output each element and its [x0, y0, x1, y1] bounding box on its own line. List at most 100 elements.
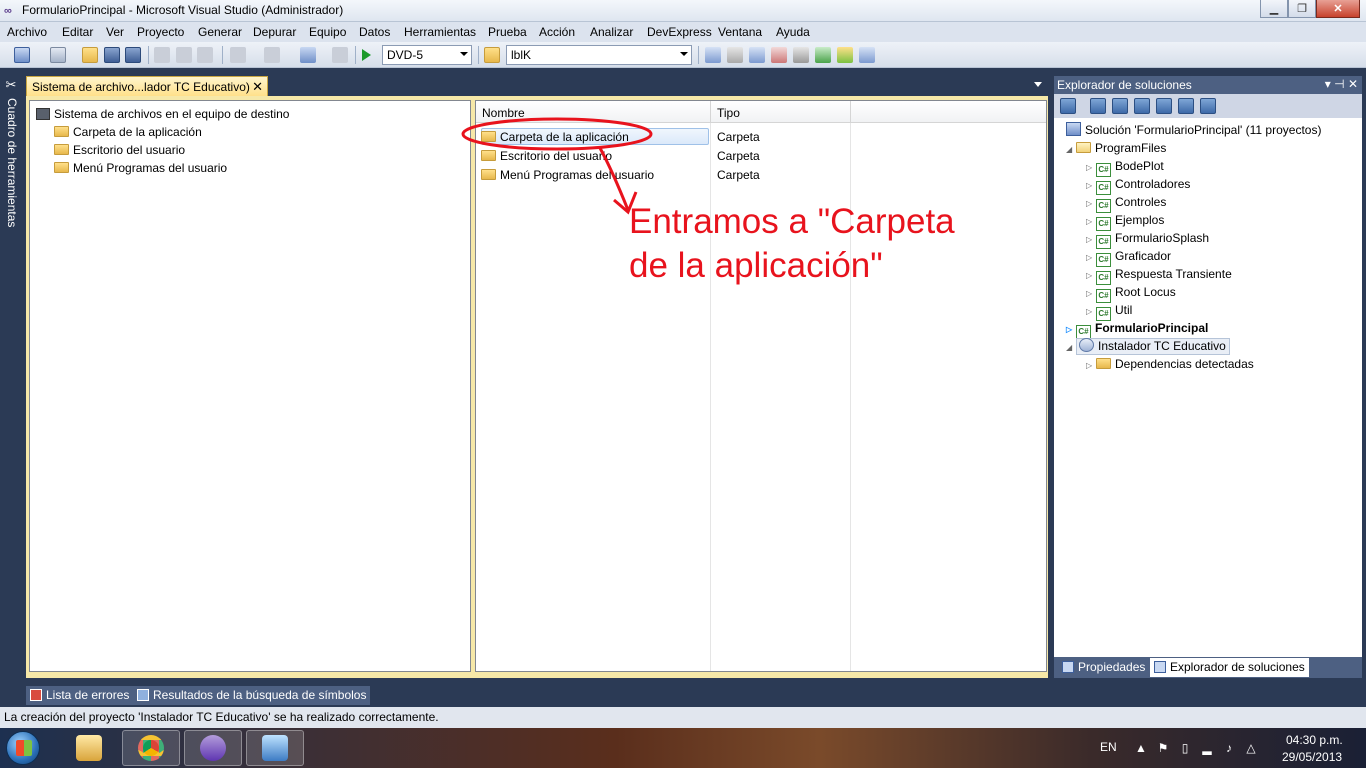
project-node[interactable]: ▷ C# Util: [1086, 302, 1132, 321]
collapsed-arrow-icon[interactable]: ▷: [1086, 232, 1096, 248]
project-node[interactable]: ▷ C# BodePlot: [1086, 158, 1164, 177]
menu-devexpress[interactable]: DevExpress: [647, 25, 712, 39]
tree-node-detected-dependencies[interactable]: ▷ Dependencias detectadas: [1086, 356, 1254, 374]
paste-icon[interactable]: [197, 47, 213, 63]
start-button[interactable]: [6, 731, 40, 765]
toolbox-strip[interactable]: ✂ Cuadro de herramientas: [0, 74, 22, 684]
navigate-backward-icon[interactable]: [300, 47, 316, 63]
navigate-forward-icon[interactable]: [332, 47, 348, 63]
collapsed-arrow-icon[interactable]: ▷: [1086, 214, 1096, 230]
tab-propiedades[interactable]: Propiedades: [1058, 658, 1149, 677]
menu-ventana[interactable]: Ventana: [718, 25, 762, 39]
project-node[interactable]: ▷ C# FormularioSplash: [1086, 230, 1209, 249]
save-all-icon[interactable]: [125, 47, 141, 63]
tree-node-programfiles[interactable]: ◢ ProgramFiles: [1066, 140, 1166, 158]
collapsed-arrow-icon[interactable]: ▷: [1086, 178, 1096, 194]
solution-explorer-icon[interactable]: [705, 47, 721, 63]
volume-icon[interactable]: ♪: [1222, 741, 1236, 755]
menu-prueba[interactable]: Prueba: [488, 25, 527, 39]
toolbox-icon[interactable]: [771, 47, 787, 63]
registry-editor-icon[interactable]: [1112, 98, 1128, 114]
menu-proyecto[interactable]: Proyecto: [137, 25, 184, 39]
project-node[interactable]: ▷ C# Controles: [1086, 194, 1166, 213]
menu-ver[interactable]: Ver: [106, 25, 124, 39]
menu-equipo[interactable]: Equipo: [309, 25, 346, 39]
project-node[interactable]: ▷ C# Respuesta Transiente: [1086, 266, 1232, 285]
collapsed-arrow-icon[interactable]: ▷: [1086, 250, 1096, 266]
custom-actions-editor-icon[interactable]: [1178, 98, 1194, 114]
collapsed-arrow-icon[interactable]: ▷: [1086, 160, 1096, 176]
startup-project-node[interactable]: ▷ C# FormularioPrincipal: [1066, 320, 1208, 339]
expanded-arrow-icon[interactable]: ◢: [1066, 340, 1076, 356]
add-item-icon[interactable]: [50, 47, 66, 63]
show-hidden-icons-icon[interactable]: ▲: [1134, 741, 1148, 755]
minimize-button[interactable]: ▁: [1260, 0, 1288, 18]
menu-editar[interactable]: Editar: [62, 25, 93, 39]
battery-icon[interactable]: ▯: [1178, 741, 1192, 755]
network-signal-icon[interactable]: ▂: [1200, 741, 1214, 755]
expanded-arrow-icon[interactable]: ◢: [1066, 142, 1076, 158]
file-system-editor-icon[interactable]: [1090, 98, 1106, 114]
taskbar-explorer[interactable]: [60, 730, 118, 766]
close-window-button[interactable]: ✕: [1316, 0, 1360, 18]
open-folder-icon[interactable]: [82, 47, 98, 63]
launch-conditions-editor-icon[interactable]: [1200, 98, 1216, 114]
google-drive-icon[interactable]: △: [1244, 741, 1258, 755]
action-center-icon[interactable]: ⚑: [1156, 741, 1170, 755]
save-icon[interactable]: [104, 47, 120, 63]
project-node[interactable]: ▷ C# Controladores: [1086, 176, 1190, 195]
document-tab[interactable]: Sistema de archivo...lador TC Educativo)…: [26, 76, 268, 96]
user-interface-editor-icon[interactable]: [1156, 98, 1172, 114]
collapsed-arrow-icon[interactable]: ▷: [1086, 358, 1096, 374]
taskbar-chrome[interactable]: [122, 730, 180, 766]
project-node[interactable]: ▷ C# Root Locus: [1086, 284, 1176, 303]
clock-time[interactable]: 04:30 p.m.: [1286, 733, 1343, 747]
panel-pin-controls[interactable]: ▾ ⊣ ✕: [1325, 77, 1358, 91]
copy-icon[interactable]: [176, 47, 192, 63]
taskbar-image-viewer[interactable]: [246, 730, 304, 766]
tools-icon[interactable]: [793, 47, 809, 63]
properties-icon[interactable]: [1060, 98, 1076, 114]
language-indicator[interactable]: EN: [1100, 740, 1117, 754]
find-in-files-icon[interactable]: [484, 47, 500, 63]
tab-lista-errores[interactable]: Lista de errores: [26, 686, 134, 705]
menu-datos[interactable]: Datos: [359, 25, 390, 39]
tab-resultados-busqueda-simbolos[interactable]: Resultados de la búsqueda de símbolos: [133, 686, 371, 705]
menu-depurar[interactable]: Depurar: [253, 25, 296, 39]
column-header-nombre[interactable]: Nombre: [476, 101, 711, 123]
object-browser-icon[interactable]: [749, 47, 765, 63]
file-types-editor-icon[interactable]: [1134, 98, 1150, 114]
list-row-name[interactable]: Escritorio del usuario: [481, 148, 612, 166]
taskbar-visual-studio[interactable]: [184, 730, 242, 766]
class-view-icon[interactable]: [837, 47, 853, 63]
clock-date[interactable]: 29/05/2013: [1282, 750, 1342, 764]
list-row-name[interactable]: Carpeta de la aplicación: [481, 129, 629, 147]
tree-item-carpeta-aplicacion[interactable]: Carpeta de la aplicación: [54, 124, 202, 142]
document-list-dropdown-icon[interactable]: [1034, 82, 1042, 87]
project-node[interactable]: ▷ C# Graficador: [1086, 248, 1171, 267]
menu-ayuda[interactable]: Ayuda: [776, 25, 810, 39]
menu-generar[interactable]: Generar: [198, 25, 242, 39]
tree-root[interactable]: Sistema de archivos en el equipo de dest…: [36, 106, 289, 124]
extension-manager-icon[interactable]: [815, 47, 831, 63]
list-row-name[interactable]: Menú Programas del usuario: [481, 167, 654, 185]
find-combo[interactable]: lblK: [506, 45, 692, 65]
command-window-icon[interactable]: [859, 47, 875, 63]
tab-explorador-soluciones[interactable]: Explorador de soluciones: [1150, 658, 1309, 677]
menu-archivo[interactable]: Archivo: [7, 25, 47, 39]
collapsed-arrow-icon[interactable]: ▷: [1086, 304, 1096, 320]
undo-icon[interactable]: [230, 47, 246, 63]
installer-project-node[interactable]: ◢ Instalador TC Educativo: [1066, 338, 1230, 356]
new-project-icon[interactable]: [14, 47, 30, 63]
menu-herramientas[interactable]: Herramientas: [404, 25, 476, 39]
solution-configuration-dropdown[interactable]: DVD-5: [382, 45, 472, 65]
properties-icon[interactable]: [727, 47, 743, 63]
menu-accion[interactable]: Acción: [539, 25, 575, 39]
collapsed-arrow-icon[interactable]: ▷: [1066, 322, 1076, 338]
collapsed-arrow-icon[interactable]: ▷: [1086, 268, 1096, 284]
column-header-tipo[interactable]: Tipo: [711, 101, 851, 123]
cut-icon[interactable]: [154, 47, 170, 63]
redo-icon[interactable]: [264, 47, 280, 63]
collapsed-arrow-icon[interactable]: ▷: [1086, 286, 1096, 302]
restore-button[interactable]: ❐: [1288, 0, 1316, 18]
